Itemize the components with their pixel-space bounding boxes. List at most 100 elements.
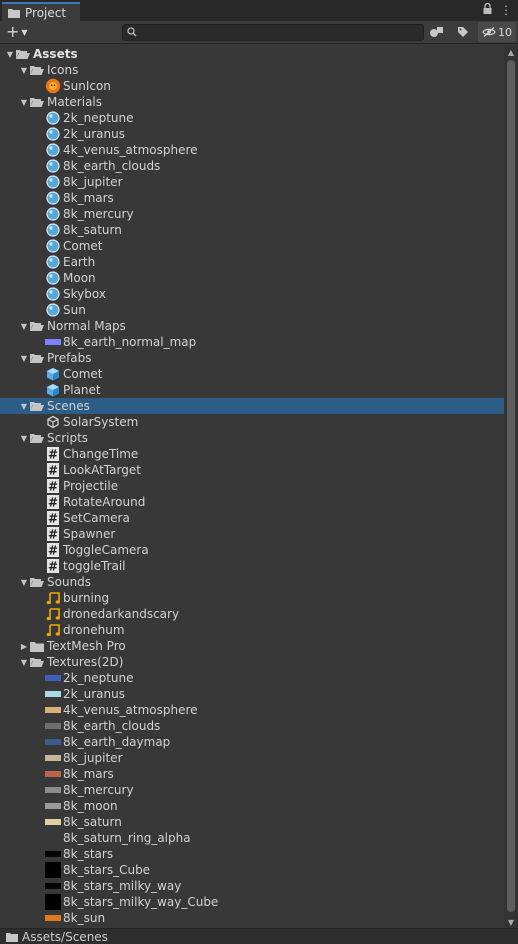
plus-icon: + bbox=[6, 22, 20, 41]
folder-open-icon bbox=[29, 574, 45, 590]
material-icon bbox=[45, 286, 61, 302]
search-by-type-button[interactable] bbox=[428, 23, 446, 41]
tree-item-setcamera[interactable]: # SetCamera bbox=[0, 510, 504, 526]
expanded-arrow-icon[interactable]: ▼ bbox=[19, 350, 29, 366]
expanded-arrow-icon[interactable]: ▼ bbox=[19, 654, 29, 670]
tree-item-label: Earth bbox=[63, 255, 96, 269]
tree-item-comet[interactable]: Comet bbox=[0, 238, 504, 254]
material-icon bbox=[45, 254, 61, 270]
hidden-packages-toggle[interactable]: 10 bbox=[478, 22, 516, 42]
search-input[interactable] bbox=[122, 24, 424, 41]
tree-item-spawner[interactable]: # Spawner bbox=[0, 526, 504, 542]
expanded-arrow-icon[interactable]: ▼ bbox=[19, 62, 29, 78]
scroll-down-icon[interactable]: ▼ bbox=[504, 916, 518, 928]
more-options-icon[interactable]: ⋮ bbox=[500, 3, 512, 17]
search-by-label-button[interactable] bbox=[454, 23, 472, 41]
tree-item-8k-sun[interactable]: 8k_sun bbox=[0, 910, 504, 926]
tree-item-8k-mercury[interactable]: 8k_mercury bbox=[0, 782, 504, 798]
create-button[interactable]: + ▼ bbox=[6, 23, 28, 41]
tree-item-prefabs[interactable]: ▼ Prefabs bbox=[0, 350, 504, 366]
material-icon bbox=[45, 142, 61, 158]
svg-text:#: # bbox=[48, 464, 58, 478]
tree-item-solarsystem[interactable]: SolarSystem bbox=[0, 414, 504, 430]
audio-icon bbox=[45, 622, 61, 638]
tree-item-normal-maps[interactable]: ▼ Normal Maps bbox=[0, 318, 504, 334]
expanded-arrow-icon[interactable]: ▼ bbox=[19, 398, 29, 414]
tree-item-togglecamera[interactable]: # ToggleCamera bbox=[0, 542, 504, 558]
tree-item-2k-neptune[interactable]: 2k_neptune bbox=[0, 110, 504, 126]
expanded-arrow-icon[interactable]: ▼ bbox=[19, 318, 29, 334]
tree-item-scenes[interactable]: ▼ Scenes bbox=[0, 398, 504, 414]
collapsed-arrow-icon[interactable]: ▶ bbox=[19, 638, 29, 654]
tree-item-8k-earth-clouds[interactable]: 8k_earth_clouds bbox=[0, 158, 504, 174]
lock-icon[interactable] bbox=[483, 2, 492, 17]
tree-item-8k-stars[interactable]: 8k_stars bbox=[0, 846, 504, 862]
tree-item-label: 8k_earth_clouds bbox=[63, 159, 161, 173]
tree-item-changetime[interactable]: # ChangeTime bbox=[0, 446, 504, 462]
tree-item-label: 8k_sun bbox=[63, 911, 106, 925]
tree-item-scripts[interactable]: ▼ Scripts bbox=[0, 430, 504, 446]
tree-item-2k-uranus[interactable]: 2k_uranus bbox=[0, 686, 504, 702]
svg-text:#: # bbox=[48, 480, 58, 494]
tree-item-4k-venus-atmosphere[interactable]: 4k_venus_atmosphere bbox=[0, 142, 504, 158]
tree-item-8k-stars-milky-way-cube[interactable]: 8k_stars_milky_way_Cube bbox=[0, 894, 504, 910]
tree-item-8k-earth-daymap[interactable]: 8k_earth_daymap bbox=[0, 734, 504, 750]
tree-item-dronedarkandscary[interactable]: dronedarkandscary bbox=[0, 606, 504, 622]
expanded-arrow-icon[interactable]: ▼ bbox=[19, 430, 29, 446]
tree-item-moon[interactable]: Moon bbox=[0, 270, 504, 286]
expanded-arrow-icon[interactable]: ▼ bbox=[19, 94, 29, 110]
tree-item-sounds[interactable]: ▼ Sounds bbox=[0, 574, 504, 590]
prefab-icon bbox=[45, 382, 61, 398]
tree-item-label: 2k_neptune bbox=[63, 671, 134, 685]
tree-item-lookattarget[interactable]: # LookAtTarget bbox=[0, 462, 504, 478]
folder-open-icon bbox=[29, 430, 45, 446]
tree-item-skybox[interactable]: Skybox bbox=[0, 286, 504, 302]
scrollbar-thumb[interactable] bbox=[507, 60, 515, 912]
tree-item-2k-neptune[interactable]: 2k_neptune bbox=[0, 670, 504, 686]
tree-item-textmesh-pro[interactable]: ▶ TextMesh Pro bbox=[0, 638, 504, 654]
tree-item-earth[interactable]: Earth bbox=[0, 254, 504, 270]
tree-item-comet[interactable]: Comet bbox=[0, 366, 504, 382]
tree-item-8k-saturn[interactable]: 8k_saturn bbox=[0, 222, 504, 238]
vertical-scrollbar[interactable]: ▲ ▼ bbox=[504, 46, 518, 928]
texture-icon bbox=[45, 734, 61, 750]
tree-item-8k-stars-milky-way[interactable]: 8k_stars_milky_way bbox=[0, 878, 504, 894]
tree-item-projectile[interactable]: # Projectile bbox=[0, 478, 504, 494]
tree-item-assets[interactable]: ▼ Assets bbox=[0, 46, 504, 62]
tree-item-sunicon[interactable]: SunIcon bbox=[0, 78, 504, 94]
tree-item-8k-saturn[interactable]: 8k_saturn bbox=[0, 814, 504, 830]
tree-item-planet[interactable]: Planet bbox=[0, 382, 504, 398]
tree-item-toggletrail[interactable]: # toggleTrail bbox=[0, 558, 504, 574]
tag-icon bbox=[458, 27, 468, 37]
tab-project[interactable]: Project bbox=[2, 2, 80, 21]
material-icon bbox=[45, 206, 61, 222]
tree-item-label: 8k_moon bbox=[63, 799, 118, 813]
expanded-arrow-icon[interactable]: ▼ bbox=[19, 574, 29, 590]
tree-item-2k-uranus[interactable]: 2k_uranus bbox=[0, 126, 504, 142]
tree-item-8k-jupiter[interactable]: 8k_jupiter bbox=[0, 174, 504, 190]
material-icon bbox=[45, 270, 61, 286]
tree-item-8k-saturn-ring-alpha[interactable]: 8k_saturn_ring_alpha bbox=[0, 830, 504, 846]
tree-item-8k-mercury[interactable]: 8k_mercury bbox=[0, 206, 504, 222]
tree-item-8k-moon[interactable]: 8k_moon bbox=[0, 798, 504, 814]
tree-item-8k-stars-cube[interactable]: 8k_stars_Cube bbox=[0, 862, 504, 878]
tree-item-8k-jupiter[interactable]: 8k_jupiter bbox=[0, 750, 504, 766]
tree-item-8k-earth-normal-map[interactable]: 8k_earth_normal_map bbox=[0, 334, 504, 350]
tree-item-materials[interactable]: ▼ Materials bbox=[0, 94, 504, 110]
tree-item-icons[interactable]: ▼ Icons bbox=[0, 62, 504, 78]
tree-item-sun[interactable]: Sun bbox=[0, 302, 504, 318]
scroll-up-icon[interactable]: ▲ bbox=[504, 46, 518, 58]
material-icon bbox=[45, 174, 61, 190]
tree-item-textures-2d[interactable]: ▼ Textures(2D) bbox=[0, 654, 504, 670]
tree-item-8k-earth-clouds[interactable]: 8k_earth_clouds bbox=[0, 718, 504, 734]
tree-item-8k-mars[interactable]: 8k_mars bbox=[0, 190, 504, 206]
tree-item-label: 8k_stars_milky_way bbox=[63, 879, 182, 893]
prefab-icon bbox=[45, 366, 61, 382]
tree-item-4k-venus-atmosphere[interactable]: 4k_venus_atmosphere bbox=[0, 702, 504, 718]
tree-item-burning[interactable]: burning bbox=[0, 590, 504, 606]
expanded-arrow-icon[interactable]: ▼ bbox=[5, 46, 15, 62]
tree-item-rotatearound[interactable]: # RotateAround bbox=[0, 494, 504, 510]
toolbar: + ▼ 10 bbox=[0, 21, 518, 44]
tree-item-8k-mars[interactable]: 8k_mars bbox=[0, 766, 504, 782]
tree-item-dronehum[interactable]: dronehum bbox=[0, 622, 504, 638]
